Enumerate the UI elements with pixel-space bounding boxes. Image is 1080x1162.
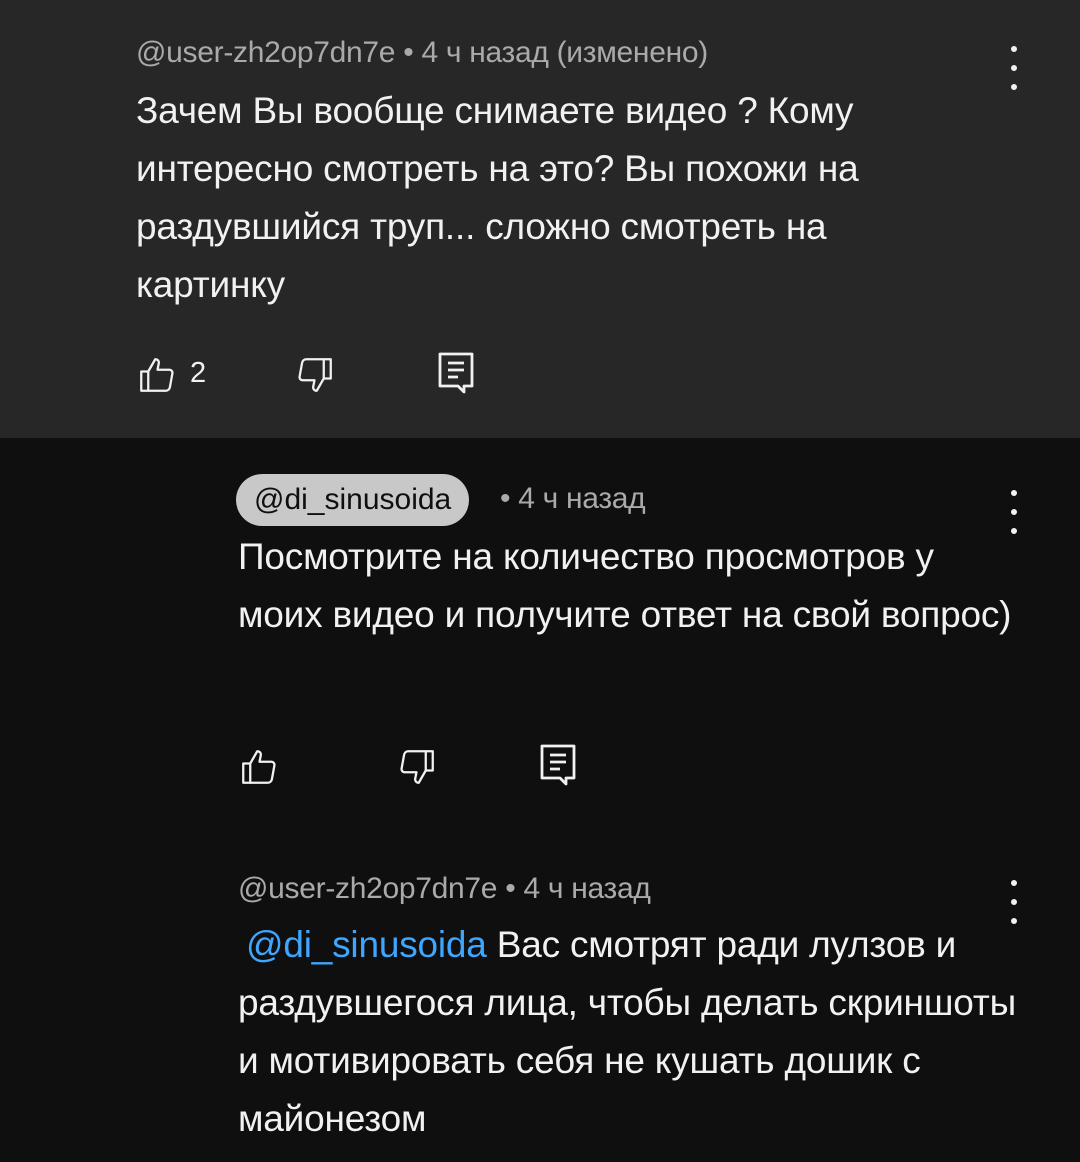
thumbs-up-icon[interactable] — [238, 746, 280, 788]
comment-text: @di_sinusoida Вас смотрят ради лулзов и … — [238, 916, 1018, 1148]
reply-icon[interactable] — [436, 350, 476, 394]
comment-time: • 4 ч назад — [500, 482, 646, 515]
comment-meta: @user-zh2op7dn7e • 4 ч назад (изменено) — [136, 36, 708, 69]
more-vertical-icon[interactable] — [1004, 46, 1024, 90]
thumbs-down-icon[interactable] — [396, 746, 438, 788]
mention-link[interactable]: @di_sinusoida — [246, 924, 487, 965]
thumbs-up-icon[interactable] — [136, 354, 178, 396]
like-count: 2 — [190, 357, 207, 389]
author-chip[interactable]: @di_sinusoida — [236, 474, 470, 526]
comment-text: Посмотрите на количество просмотров у мо… — [238, 536, 1012, 635]
reply-icon[interactable] — [538, 742, 578, 786]
comment-text: Зачем Вы вообще снимаете видео ? Кому ин… — [136, 90, 859, 305]
comment-meta: @user-zh2op7dn7e • 4 ч назад — [238, 872, 651, 905]
thumbs-down-icon[interactable] — [294, 354, 336, 396]
